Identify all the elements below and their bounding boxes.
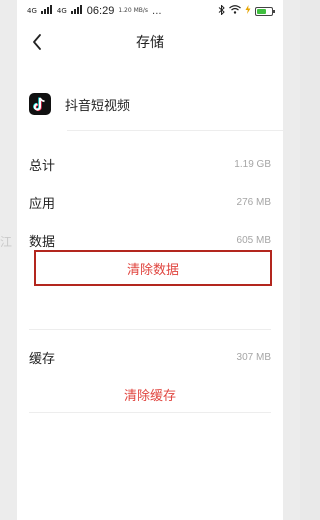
signal-icon [40,5,53,17]
network-speed: 1.20 MB/s [118,7,149,14]
app-info-row: 抖音短视频 [17,78,283,130]
storage-cache-label: 缓存 [29,351,56,367]
chevron-left-icon [33,34,41,50]
storage-total-label: 总计 [29,158,56,174]
network-indicator: 4G [27,6,37,15]
storage-total-value: 1.19 GB [234,158,271,170]
bluetooth-icon [218,3,225,18]
clear-cache-button[interactable]: 清除缓存 [17,376,283,412]
network-indicator-2: 4G [56,6,67,15]
storage-page: 4G 4G 06:29 1.20 MB/s ... 存储 抖音短视频 总计 1.… [17,0,283,520]
signal-icon-2 [70,5,83,17]
storage-app-value: 276 MB [236,196,271,208]
navigation-bar: 存储 [17,22,283,62]
storage-data-value: 605 MB [236,234,271,246]
storage-app-label: 应用 [29,196,56,212]
wifi-icon [229,5,241,17]
more-notifications-icon: ... [152,5,162,17]
clear-data-button[interactable]: 清除数据 [34,250,272,286]
battery-icon [255,6,275,16]
back-button[interactable] [25,30,49,54]
storage-row-cache: 缓存 307 MB [17,338,283,376]
page-title: 存储 [136,35,164,51]
status-bar: 4G 4G 06:29 1.20 MB/s ... [17,0,283,22]
app-name: 抖音短视频 [65,98,131,114]
divider [29,412,271,413]
douyin-app-icon [29,93,51,115]
storage-cache-value: 307 MB [236,351,271,363]
storage-row-total: 总计 1.19 GB [17,145,283,183]
storage-data-label: 数据 [29,234,56,250]
storage-row-app: 应用 276 MB [17,183,283,221]
clock: 06:29 [86,5,115,17]
background-text-fragment: 江 [0,235,13,249]
charging-icon [245,5,251,17]
